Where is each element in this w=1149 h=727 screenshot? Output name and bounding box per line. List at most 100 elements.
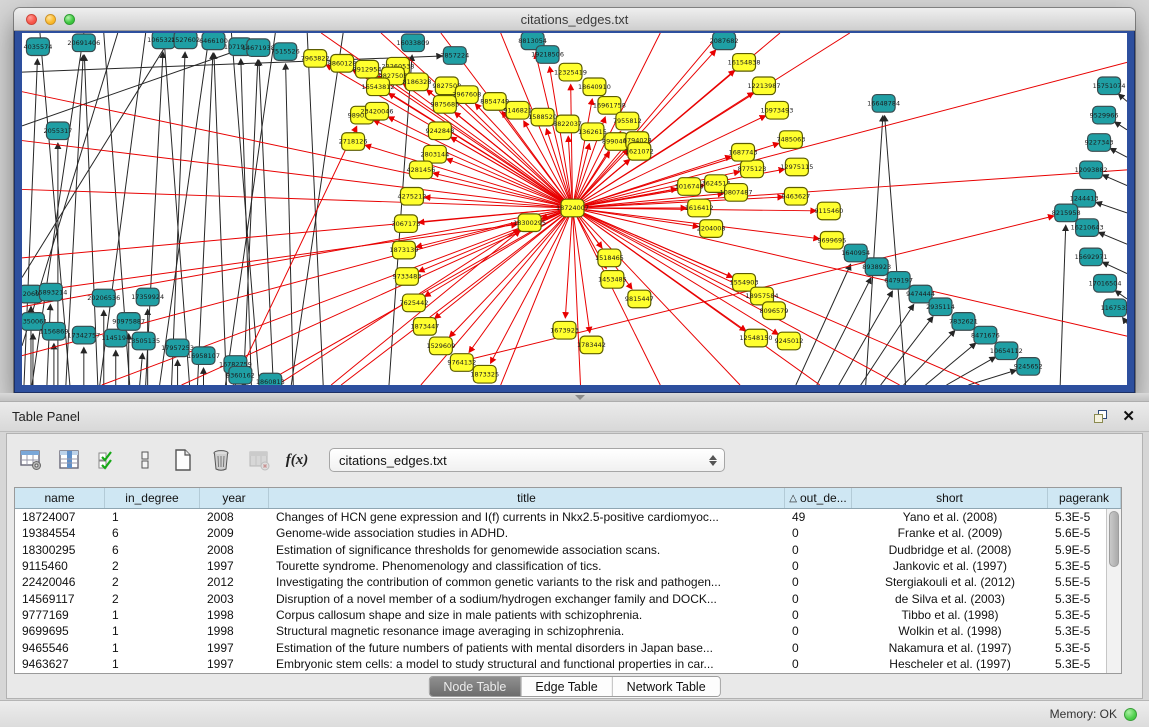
graph-node[interactable]: 23420046 [361,102,394,120]
table-row[interactable]: 969969511998Structural magnetic resonanc… [15,623,1121,639]
graph-node[interactable]: 9360162 [226,366,255,384]
graph-node[interactable]: 9115460 [814,202,843,220]
delete-button[interactable] [207,446,235,474]
graph-node[interactable]: 1529609 [426,337,455,355]
table-row[interactable]: 911546021997Tourette syndrome. Phenomeno… [15,558,1121,574]
float-panel-button[interactable] [1093,409,1108,424]
graph-node[interactable]: 15893214 [34,283,67,301]
graph-node[interactable]: 10807487 [720,184,753,202]
graph-node[interactable]: 12093882 [1075,161,1108,179]
graph-node[interactable]: 9699695 [817,231,846,249]
graph-node[interactable]: 10654112 [990,342,1023,360]
graph-node[interactable]: 4281456 [407,161,436,179]
table-row[interactable]: 1938455462009Genome-wide association stu… [15,525,1121,541]
graph-node[interactable]: 1621072 [625,143,654,161]
graph-node[interactable]: 2718126 [339,133,368,151]
close-window-button[interactable] [26,14,37,25]
graph-node[interactable]: 17016504 [1089,275,1122,293]
graph-node[interactable]: 9463627 [781,187,810,205]
graph-node[interactable]: 10973493 [760,101,793,119]
network-graph-canvas[interactable]: 1872400779638228860128891295422260538982… [22,33,1127,385]
graph-node[interactable]: 20206536 [87,289,120,307]
column-header-year[interactable]: year [200,488,269,508]
graph-node[interactable]: 20691406 [67,34,100,52]
column-header-title[interactable]: title [269,488,785,508]
close-panel-button[interactable]: ✕ [1122,410,1135,424]
graph-node[interactable]: 8215958 [1052,204,1081,222]
graph-node[interactable]: 7625442 [400,294,429,312]
graph-node[interactable]: 8775123 [738,160,767,178]
table-row[interactable]: 946554611997Estimation of the future num… [15,639,1121,655]
graph-node[interactable]: 12213987 [748,77,781,95]
graph-node[interactable]: 4035574 [24,38,53,56]
graph-node[interactable]: 9764132 [447,354,476,372]
graph-node[interactable]: 1687743 [729,143,758,161]
window-titlebar[interactable]: citations_edges.txt [14,8,1135,31]
graph-node[interactable]: 9245012 [775,332,804,350]
graph-node[interactable]: 7963822 [301,50,330,68]
graph-node[interactable]: 1616412 [685,199,714,217]
graph-node[interactable]: 15751074 [1093,77,1126,95]
graph-node[interactable]: 1860813 [256,373,285,385]
graph-node[interactable]: 12975115 [780,158,813,176]
graph-node[interactable]: 7485063 [777,131,806,149]
checklist-button[interactable] [93,446,121,474]
graph-node[interactable]: 7832621 [949,313,978,331]
scrollbar-thumb[interactable] [1109,511,1119,567]
graph-node[interactable]: 7857224 [440,47,469,65]
graph-node[interactable]: 14671938 [242,39,275,57]
tab-edge-table[interactable]: Edge Table [520,677,611,696]
graph-node[interactable]: 1016748 [675,178,704,196]
column-header-name[interactable]: name [15,488,105,508]
graph-node[interactable]: 16210643 [1071,219,1104,237]
graph-node[interactable]: 9227343 [1085,134,1114,152]
vertical-scrollbar[interactable] [1106,509,1121,673]
tab-network-table[interactable]: Network Table [612,677,720,696]
table-row[interactable]: 946362711997Embryonic stem cells: a mode… [15,656,1121,672]
graph-node[interactable]: 12548150 [740,329,773,347]
graph-node[interactable]: 16033809 [396,34,429,52]
table-row[interactable]: 2242004622012Investigating the contribut… [15,574,1121,590]
graph-node[interactable]: 2803144 [420,145,449,163]
graph-node[interactable]: 2935114 [926,298,955,316]
graph-node[interactable]: 9733483 [393,268,422,286]
graph-node[interactable]: 17342757 [67,326,100,344]
column-header-in_degree[interactable]: in_degree [105,488,200,508]
table-selector-dropdown[interactable]: citations_edges.txt [329,448,725,472]
graph-node[interactable]: 1167533 [1101,299,1127,317]
graph-node[interactable]: 7955812 [613,112,642,130]
minimize-window-button[interactable] [45,14,56,25]
graph-node[interactable]: 16961758 [593,97,626,115]
graph-node[interactable]: 8938923 [862,258,891,276]
graph-node[interactable]: 8096579 [760,302,789,320]
graph-node[interactable]: 8186328 [403,73,432,91]
graph-node[interactable]: 19218506 [531,46,564,64]
graph-node[interactable]: 15692971 [1075,248,1108,266]
graph-node[interactable]: 1673923 [550,321,579,339]
graph-node[interactable]: 1873447 [411,318,440,336]
graph-node[interactable]: 1527602 [171,33,200,49]
graph-node[interactable]: 8471676 [971,326,1000,344]
graph-node[interactable]: 1518465 [595,249,624,267]
graph-node[interactable]: 6479197 [884,272,913,290]
graph-node[interactable]: 90975887 [112,313,145,331]
new-file-button[interactable] [169,446,197,474]
graph-node[interactable]: 1145194 [101,329,130,347]
table-row[interactable]: 1830029562008Estimation of significance … [15,542,1121,558]
column-header-pagerank[interactable]: pagerank [1048,488,1121,508]
graph-node[interactable]: 1783442 [577,336,606,354]
graph-node[interactable]: 7515526 [271,43,300,61]
table-row[interactable]: 1456911722003Disruption of a novel membe… [15,590,1121,606]
graph-node[interactable]: 16543812 [362,78,395,96]
graph-node[interactable]: 1873325 [470,365,499,383]
graph-node[interactable]: 9529966 [1090,106,1119,124]
zoom-window-button[interactable] [64,14,75,25]
column-header-short[interactable]: short [852,488,1048,508]
table-row[interactable]: 977716911998Corpus callosum shape and si… [15,607,1121,623]
graph-node[interactable]: 4275212 [398,187,427,205]
graph-node[interactable]: 9815447 [625,290,654,308]
graph-node[interactable]: 8912954 [353,60,382,78]
graph-node[interactable]: 9242848 [425,122,454,140]
graph-node[interactable]: 16154838 [728,54,761,72]
graph-node[interactable]: 3067173 [392,215,421,233]
